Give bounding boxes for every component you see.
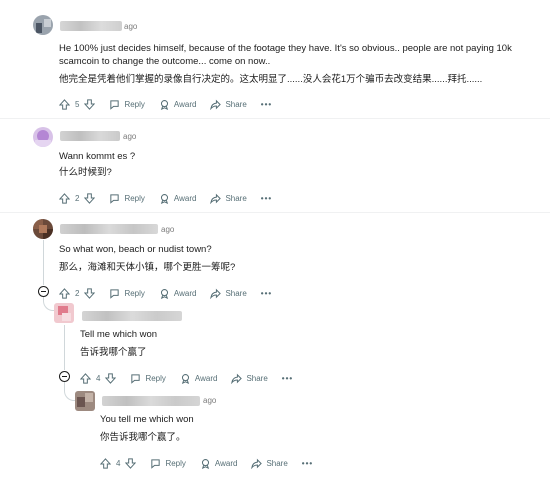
action-bar: 4 Reply Award Share ••• [80, 371, 293, 385]
avatar[interactable] [33, 219, 53, 239]
award-icon [160, 288, 168, 299]
action-bar: 5 Reply Award Share ••• [59, 97, 272, 111]
award-icon [160, 99, 168, 110]
vote-count: 4 [116, 458, 121, 468]
share-button[interactable]: Share [251, 458, 288, 469]
vote-group: 4 [100, 457, 137, 469]
comment-text-en: You tell me which won [100, 414, 194, 425]
more-icon[interactable]: ••• [261, 289, 272, 298]
upvote-icon[interactable] [59, 98, 70, 110]
award-icon [181, 373, 189, 384]
award-button[interactable]: Award [159, 193, 196, 204]
reply-icon [131, 373, 141, 384]
share-button[interactable]: Share [231, 373, 268, 384]
more-icon[interactable]: ••• [261, 100, 272, 109]
award-icon [160, 193, 168, 204]
comment-text-en: He 100% just decides himself, because of… [59, 43, 512, 54]
thread-line [43, 240, 44, 285]
action-bar: 2 Reply Award Share ••• [59, 191, 272, 205]
comment-text-zh: 你告诉我哪个赢了。 [100, 432, 186, 443]
comment-text-zh: 他完全是凭着他们掌握的录像自行决定的。这太明显了......没人会花1万个骗币去… [59, 74, 483, 85]
reply-icon [110, 288, 120, 299]
collapse-icon[interactable] [59, 371, 70, 382]
upvote-icon[interactable] [100, 457, 111, 469]
thread-line [64, 325, 65, 370]
timestamp: ago [123, 132, 137, 141]
upvote-icon[interactable] [80, 372, 91, 384]
reply-button[interactable]: Reply [150, 458, 186, 469]
reply-button[interactable]: Reply [109, 288, 145, 299]
action-bar: 2 Reply Award Share ••• [59, 286, 272, 300]
divider [0, 212, 550, 213]
divider [0, 118, 550, 119]
vote-count: 4 [96, 373, 101, 383]
vote-group: 2 [59, 192, 96, 204]
share-icon [210, 99, 222, 110]
upvote-icon[interactable] [59, 287, 70, 299]
vote-count: 2 [75, 193, 80, 203]
avatar[interactable] [33, 15, 53, 35]
reply-icon [151, 458, 161, 469]
more-icon[interactable]: ••• [302, 459, 313, 468]
username[interactable] [60, 131, 120, 141]
award-button[interactable]: Award [180, 373, 217, 384]
share-button[interactable]: Share [210, 99, 247, 110]
timestamp: ago [124, 22, 138, 31]
reply-icon [110, 99, 120, 110]
comment-text-zh: 什么时候到? [59, 167, 112, 178]
share-icon [210, 193, 222, 204]
username[interactable] [102, 396, 200, 406]
avatar[interactable] [75, 391, 95, 411]
username[interactable] [60, 224, 158, 234]
reply-button[interactable]: Reply [109, 193, 145, 204]
more-icon[interactable]: ••• [282, 374, 293, 383]
award-button[interactable]: Award [200, 458, 237, 469]
vote-group: 5 [59, 98, 96, 110]
downvote-icon[interactable] [84, 98, 96, 110]
comment-text-en: So what won, beach or nudist town? [59, 244, 212, 255]
downvote-icon[interactable] [125, 457, 137, 469]
avatar[interactable] [33, 127, 53, 147]
comment-text-zh: 告诉我哪个赢了 [80, 347, 147, 358]
comment-text-en: Tell me which won [80, 329, 158, 340]
timestamp: ago [161, 225, 175, 234]
award-button[interactable]: Award [159, 99, 196, 110]
downvote-icon[interactable] [84, 287, 96, 299]
share-button[interactable]: Share [210, 193, 247, 204]
downvote-icon[interactable] [105, 372, 117, 384]
username[interactable] [60, 21, 122, 31]
downvote-icon[interactable] [84, 192, 96, 204]
share-icon [251, 458, 263, 469]
vote-group: 2 [59, 287, 96, 299]
share-icon [210, 288, 222, 299]
action-bar: 4 Reply Award Share ••• [100, 456, 313, 470]
share-button[interactable]: Share [210, 288, 247, 299]
avatar[interactable] [54, 303, 74, 323]
vote-count: 2 [75, 288, 80, 298]
username[interactable] [82, 311, 182, 321]
share-icon [231, 373, 243, 384]
vote-group: 4 [80, 372, 117, 384]
vote-count: 5 [75, 99, 80, 109]
reply-button[interactable]: Reply [130, 373, 166, 384]
timestamp: ago [203, 396, 217, 405]
reply-icon [110, 193, 120, 204]
award-button[interactable]: Award [159, 288, 196, 299]
more-icon[interactable]: ••• [261, 194, 272, 203]
award-icon [201, 458, 209, 469]
comment-text-zh: 那么，海滩和天体小镇，哪个更胜一筹呢? [59, 262, 236, 273]
comment-text-en: Wann kommt es ? [59, 151, 136, 162]
upvote-icon[interactable] [59, 192, 70, 204]
comment-text-en: scamcoin to change the outcome... come o… [59, 56, 271, 67]
collapse-icon[interactable] [38, 286, 49, 297]
reply-button[interactable]: Reply [109, 99, 145, 110]
